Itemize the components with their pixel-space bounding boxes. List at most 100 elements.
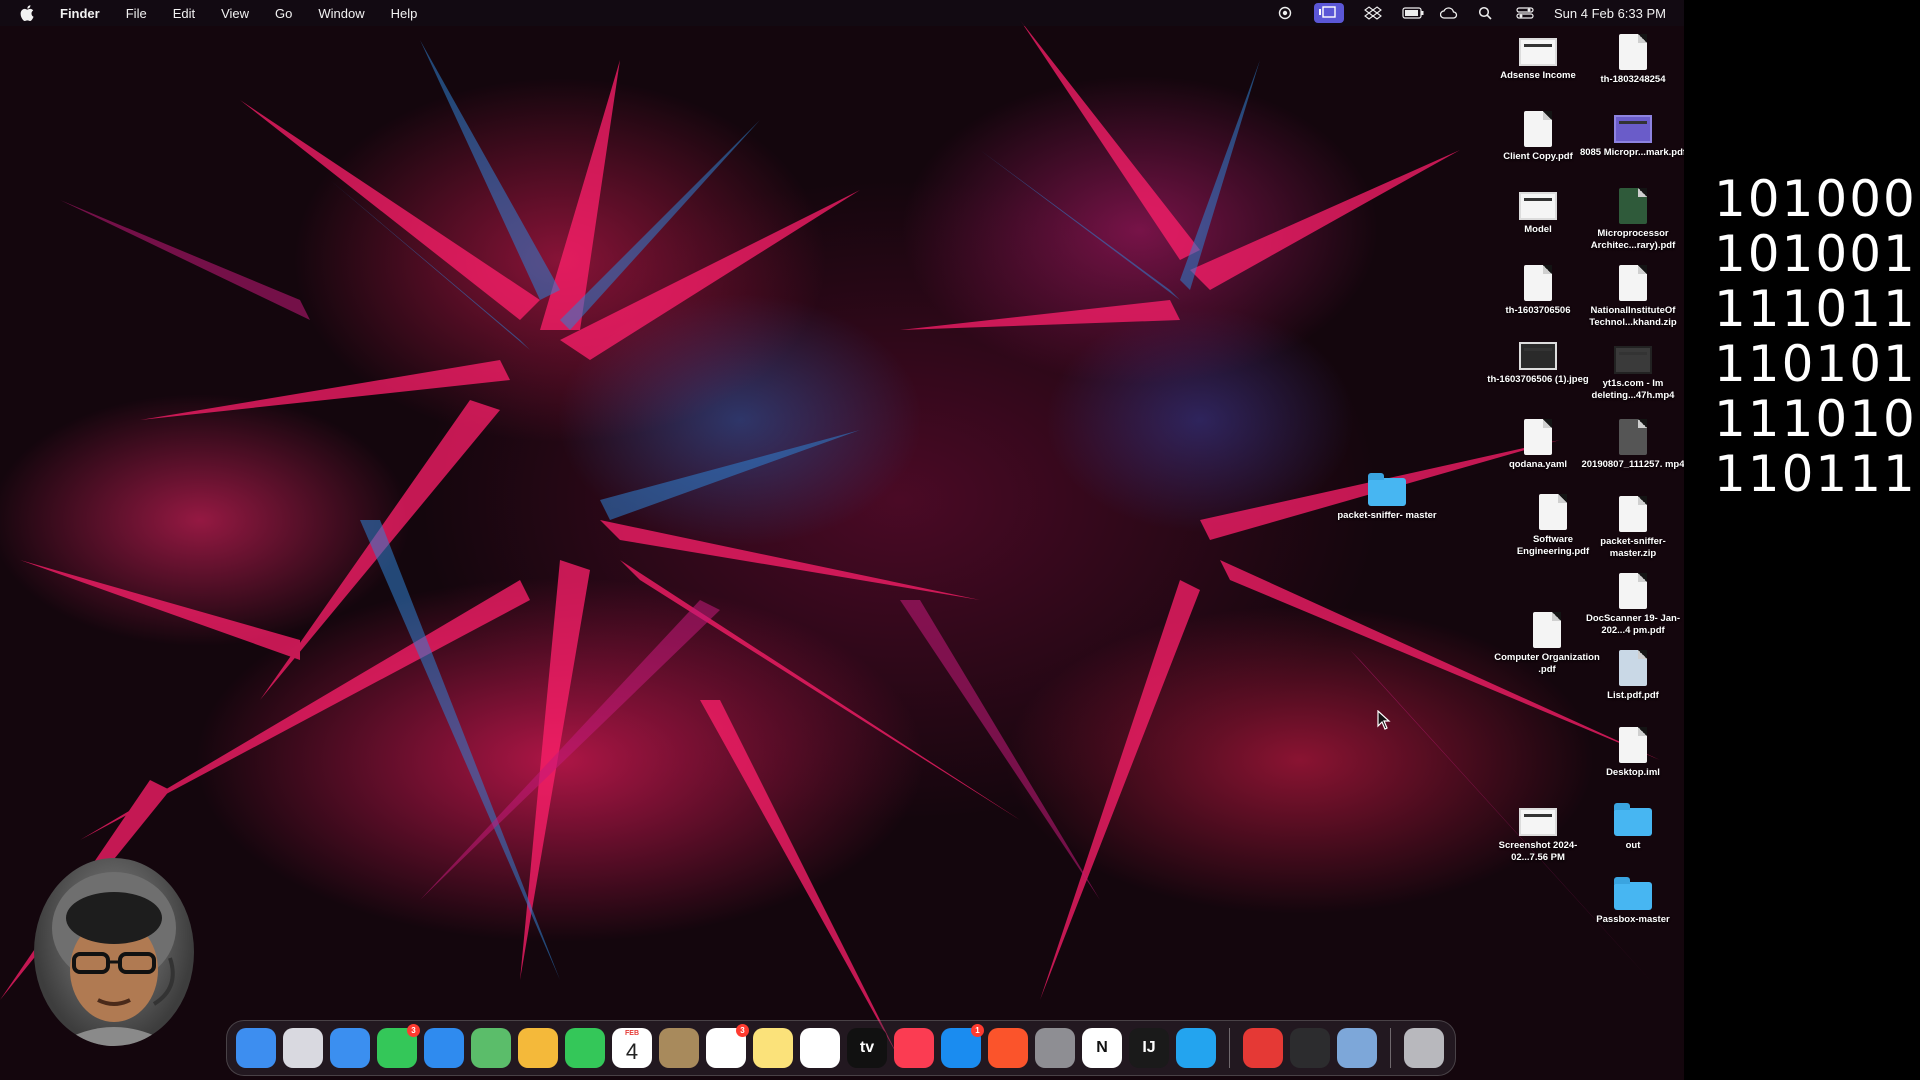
desktop-icon-label: Passbox-master: [1596, 914, 1670, 925]
calendar-icon[interactable]: FEB 4: [612, 1028, 652, 1068]
notes-icon[interactable]: [753, 1028, 793, 1068]
menu-view[interactable]: View: [221, 6, 249, 21]
mail-icon[interactable]: [424, 1028, 464, 1068]
menu-window[interactable]: Window: [318, 6, 364, 21]
pdf-file-icon: [1614, 115, 1652, 143]
menu-app-name[interactable]: Finder: [60, 6, 100, 21]
desktop-icon-label: yt1s.com - Im deleting...47h.mp4: [1591, 378, 1675, 401]
notification-badge: 1: [971, 1024, 984, 1037]
desktop-icon-model[interactable]: Model: [1483, 192, 1593, 236]
image-file-icon: [1519, 342, 1557, 370]
desktop-icon-list-pdf[interactable]: List.pdf.pdf: [1578, 650, 1684, 702]
preview-icon[interactable]: [1337, 1028, 1377, 1068]
search-icon[interactable]: [1478, 6, 1496, 20]
calendar-day-label: 4: [625, 1039, 639, 1064]
safari-icon[interactable]: [330, 1028, 370, 1068]
vscode-icon[interactable]: [1176, 1028, 1216, 1068]
desktop-icon-label: Client Copy.pdf: [1503, 151, 1573, 162]
pdf-file-icon: [1533, 612, 1561, 648]
intellij-icon[interactable]: IJ: [1129, 1028, 1169, 1068]
pdf-file-icon: [1619, 573, 1647, 609]
desktop-icon-label: 8085 Micropr...mark.pdf: [1579, 147, 1684, 158]
desktop-icon-microprocessor-pdf[interactable]: Microprocessor Architec...rary).pdf: [1578, 188, 1684, 252]
trash-icon[interactable]: [1404, 1028, 1444, 1068]
menu-edit[interactable]: Edit: [173, 6, 195, 21]
pdf-file-icon: [1619, 650, 1647, 686]
battery-icon[interactable]: [1402, 6, 1424, 20]
notion-icon[interactable]: N: [1082, 1028, 1122, 1068]
desktop-icon-yt1s-mp4[interactable]: yt1s.com - Im deleting...47h.mp4: [1578, 346, 1684, 402]
screen-record-icon[interactable]: [1276, 6, 1294, 20]
screenshot-file-icon: [1519, 808, 1557, 836]
desktop-icon-th-jpeg[interactable]: th-1603706506 (1).jpeg: [1483, 342, 1593, 386]
folder-icon: [1614, 803, 1652, 836]
desktop-icon-th-1803248254[interactable]: th-1803248254: [1578, 34, 1684, 86]
photos-icon[interactable]: [518, 1028, 558, 1068]
desktop-icon-label: th-1603706506 (1).jpeg: [1487, 374, 1589, 385]
reminders-icon[interactable]: 3: [706, 1024, 749, 1068]
desktop-icon-client-copy[interactable]: Client Copy.pdf: [1483, 111, 1593, 163]
desktop-icon-label: qodana.yaml: [1508, 459, 1568, 470]
mouse-cursor-icon: [1377, 710, 1391, 730]
music-icon[interactable]: [894, 1028, 934, 1068]
apple-tv-icon[interactable]: tv: [847, 1028, 887, 1068]
facetime-icon[interactable]: [565, 1028, 605, 1068]
menu-go[interactable]: Go: [275, 6, 292, 21]
apple-logo-icon[interactable]: [20, 5, 34, 21]
desktop-icon-20190807-mp4[interactable]: 20190807_111257. mp4: [1578, 419, 1684, 471]
desktop-icon-screenshot[interactable]: Screenshot 2024-02...7.56 PM: [1483, 808, 1593, 864]
binary-overlay-panel: 101000 101001 111011 110101 111010 11011…: [1684, 0, 1920, 1080]
stage-manager-icon[interactable]: [1313, 3, 1344, 23]
desktop-icon-qodana-yaml[interactable]: qodana.yaml: [1483, 419, 1593, 471]
desktop-icon-packet-sniffer-folder[interactable]: packet-sniffer- master: [1332, 473, 1442, 522]
desktop-icon-label: th-1803248254: [1600, 74, 1666, 85]
activity-monitor-icon[interactable]: [1290, 1028, 1330, 1068]
webcam-overlay: [34, 858, 194, 1046]
dropbox-icon[interactable]: [1364, 6, 1382, 20]
desktop-icon-label: Model: [1524, 224, 1552, 235]
dock-app-glyph: tv: [859, 1039, 875, 1056]
document-file-icon: [1619, 34, 1647, 70]
menu-file[interactable]: File: [126, 6, 147, 21]
binary-line: 101000: [1714, 170, 1917, 228]
pdf-icon[interactable]: [1243, 1028, 1283, 1068]
menu-help[interactable]: Help: [391, 6, 418, 21]
yaml-file-icon: [1524, 419, 1552, 455]
document-file-icon: [1619, 727, 1647, 763]
dock: 3 FEB 4 3 tv 1 N IJ: [226, 1020, 1456, 1076]
binary-line: 110111: [1714, 445, 1917, 503]
desktop-icon-adsense-income[interactable]: Adsense Income: [1483, 38, 1593, 82]
desktop-icon-passbox-master[interactable]: Passbox-master: [1578, 877, 1684, 926]
folder-icon: [1614, 877, 1652, 910]
desktop-icon-desktop-iml[interactable]: Desktop.iml: [1578, 727, 1684, 779]
menu-bar: Finder File Edit View Go Window Help Sun…: [0, 0, 1684, 26]
app-store-icon[interactable]: 1: [941, 1024, 984, 1068]
desktop: Finder File Edit View Go Window Help Sun…: [0, 0, 1684, 1080]
cloud-icon[interactable]: [1439, 6, 1458, 20]
desktop-icon-nit-zip[interactable]: NationalInstituteOf Technol...khand.zip: [1578, 265, 1684, 329]
desktop-icon-label: packet-sniffer- master.zip: [1600, 536, 1666, 559]
notification-badge: 3: [407, 1024, 420, 1037]
maps-icon[interactable]: [471, 1028, 511, 1068]
contacts-icon[interactable]: [659, 1028, 699, 1068]
freeform-icon[interactable]: [800, 1028, 840, 1068]
notification-badge: 3: [736, 1024, 749, 1037]
desktop-icon-out-folder[interactable]: out: [1578, 803, 1684, 852]
messages-icon[interactable]: 3: [377, 1024, 420, 1068]
video-file-icon: [1619, 419, 1647, 455]
desktop-icon-label: Screenshot 2024-02...7.56 PM: [1498, 840, 1578, 863]
dock-app-glyph: IJ: [1142, 1039, 1156, 1056]
desktop-icon-th-1603706506[interactable]: th-1603706506: [1483, 265, 1593, 317]
menu-clock[interactable]: Sun 4 Feb 6:33 PM: [1554, 6, 1666, 21]
brave-icon[interactable]: [988, 1028, 1028, 1068]
finder-icon[interactable]: [236, 1028, 276, 1068]
control-center-icon[interactable]: [1516, 6, 1534, 20]
desktop-icon-packet-sniffer-zip[interactable]: packet-sniffer- master.zip: [1578, 496, 1684, 560]
binary-line: 111011: [1714, 280, 1917, 338]
document-file-icon: [1524, 265, 1552, 301]
desktop-icon-8085-pdf[interactable]: 8085 Micropr...mark.pdf: [1578, 115, 1684, 159]
folder-icon: [1368, 473, 1406, 506]
settings-gear-icon[interactable]: [1035, 1028, 1075, 1068]
launchpad-icon[interactable]: [283, 1028, 323, 1068]
wallpaper-image: [0, 20, 1660, 1060]
